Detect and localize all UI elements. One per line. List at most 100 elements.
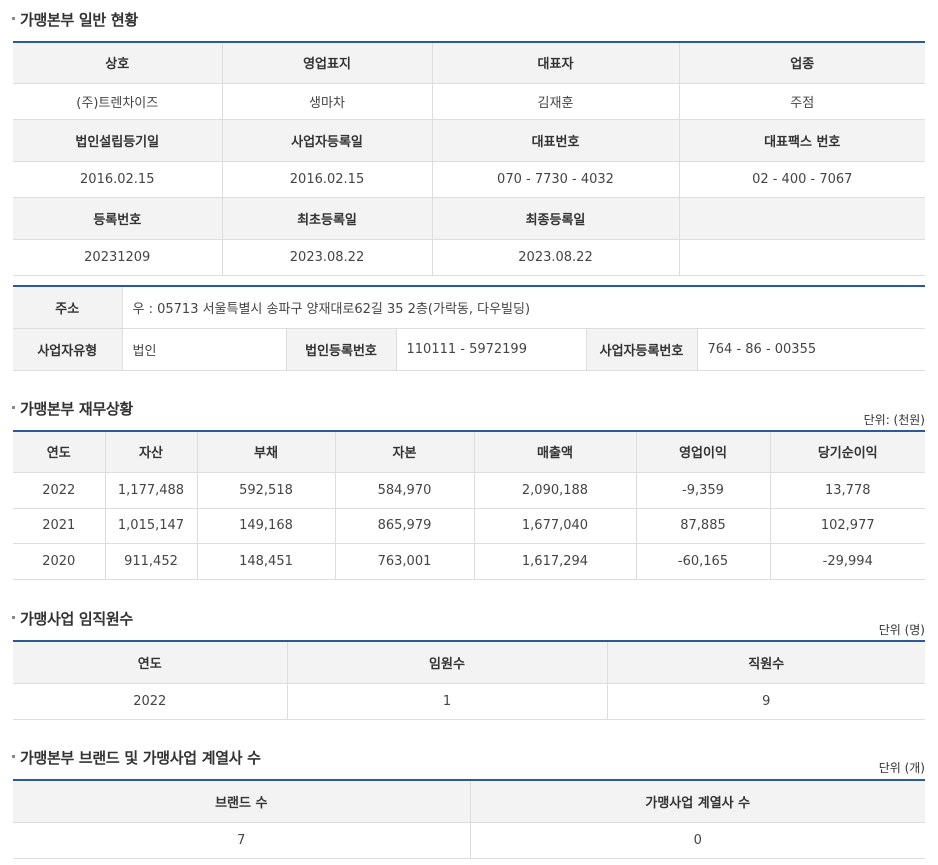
table-row: 2020 911,452 148,451 763,001 1,617,294 -…	[13, 543, 925, 580]
corp-reg-label: 법인등록번호	[286, 328, 397, 371]
column-header: 직원수	[607, 641, 925, 684]
business-type-label: 사업자유형	[13, 328, 123, 371]
value-first-registration: 2023.08.22	[222, 239, 433, 276]
table-header-row: 브랜드 수 가맹사업 계열사 수	[13, 780, 925, 823]
staff-table: 연도 임원수 직원수 2022 1 9	[13, 640, 925, 720]
table-cell: 0	[470, 822, 925, 859]
staff-section-title: 가맹사업 임직원수	[12, 608, 133, 629]
table-row: 20231209 2023.08.22 2023.08.22	[13, 239, 925, 276]
brands-table: 브랜드 수 가맹사업 계열사 수 7 0	[13, 779, 925, 859]
general-info-table: 상호 영업표지 대표자 업종 (주)트렌차이즈 생마차 김재훈 주점 법인설립등…	[13, 41, 925, 276]
header-main-fax: 대표팩스 번호	[679, 119, 925, 162]
table-cell: 1,617,294	[474, 543, 637, 580]
table-cell: 1,015,147	[105, 508, 198, 544]
general-section-title: 가맹본부 일반 현황	[12, 9, 138, 30]
table-cell: 865,979	[335, 508, 475, 544]
finance-section-title: 가맹본부 재무상황	[12, 398, 133, 419]
table-cell: 2020	[13, 543, 106, 580]
table-row: 주소 우 : 05713 서울특별시 송파구 양재대로62길 35 2층(가락동…	[13, 286, 925, 329]
table-row: 사업자유형 법인 법인등록번호 110111 - 5972199 사업자등록번호…	[13, 328, 925, 371]
table-row: 2021 1,015,147 149,168 865,979 1,677,040…	[13, 508, 925, 544]
value-incorporation-date: 2016.02.15	[13, 161, 223, 198]
table-cell: 2021	[13, 508, 106, 544]
finance-table: 연도 자산 부채 자본 매출액 영업이익 당기순이익 2022 1,177,48…	[13, 430, 925, 580]
brands-section-title: 가맹본부 브랜드 및 가맹사업 계열사 수	[12, 747, 261, 768]
column-header: 매출액	[474, 431, 637, 473]
table-row: (주)트렌차이즈 생마차 김재훈 주점	[13, 83, 925, 120]
bullet-icon	[12, 17, 15, 20]
value-main-phone: 070 - 7730 - 4032	[432, 161, 680, 198]
column-header: 임원수	[287, 641, 608, 684]
column-header: 브랜드 수	[13, 780, 471, 823]
table-cell: 7	[13, 822, 471, 859]
table-cell: 1,177,488	[105, 472, 198, 509]
biz-reg-value: 764 - 86 - 00355	[697, 328, 925, 371]
staff-title-text: 가맹사업 임직원수	[20, 610, 133, 628]
header-registration-number: 등록번호	[13, 197, 223, 240]
column-header: 영업이익	[636, 431, 771, 473]
bullet-icon	[12, 406, 15, 409]
table-cell: 2022	[13, 683, 288, 720]
value-industry: 주점	[679, 83, 925, 120]
header-incorporation-date: 법인설립등기일	[13, 119, 223, 162]
column-header: 당기순이익	[770, 431, 925, 473]
staff-unit: 단위 (명)	[878, 623, 925, 637]
brands-title-text: 가맹본부 브랜드 및 가맹사업 계열사 수	[20, 749, 261, 767]
value-representative: 김재훈	[432, 83, 680, 120]
table-cell: 2022	[13, 472, 106, 509]
bullet-icon	[12, 755, 15, 758]
bullet-icon	[12, 616, 15, 619]
general-title-text: 가맹본부 일반 현황	[20, 11, 138, 29]
value-last-registration: 2023.08.22	[432, 239, 680, 276]
table-cell: 9	[607, 683, 925, 720]
table-cell: 13,778	[770, 472, 925, 509]
header-industry: 업종	[679, 42, 925, 84]
table-row: 상호 영업표지 대표자 업종	[13, 42, 925, 84]
table-cell: 584,970	[335, 472, 475, 509]
column-header: 부채	[197, 431, 336, 473]
value-empty	[679, 239, 925, 276]
table-cell: 87,885	[636, 508, 771, 544]
table-cell: 1,677,040	[474, 508, 637, 544]
column-header: 자본	[335, 431, 475, 473]
header-empty	[679, 197, 925, 240]
finance-title-text: 가맹본부 재무상황	[20, 400, 133, 418]
value-main-fax: 02 - 400 - 7067	[679, 161, 925, 198]
table-cell: 102,977	[770, 508, 925, 544]
header-first-registration: 최초등록일	[222, 197, 433, 240]
column-header: 가맹사업 계열사 수	[470, 780, 925, 823]
header-business-reg-date: 사업자등록일	[222, 119, 433, 162]
value-business-reg-date: 2016.02.15	[222, 161, 433, 198]
finance-unit: 단위: (천원)	[863, 413, 925, 427]
address-label: 주소	[13, 286, 123, 329]
address-value: 우 : 05713 서울특별시 송파구 양재대로62길 35 2층(가락동, 다…	[122, 286, 925, 329]
table-cell: -9,359	[636, 472, 771, 509]
business-type-value: 법인	[122, 328, 287, 371]
table-row: 2016.02.15 2016.02.15 070 - 7730 - 4032 …	[13, 161, 925, 198]
corp-reg-value: 110111 - 5972199	[396, 328, 587, 371]
table-cell: -29,994	[770, 543, 925, 580]
column-header: 연도	[13, 641, 288, 684]
brands-unit: 단위 (개)	[878, 761, 925, 775]
column-header: 연도	[13, 431, 106, 473]
table-cell: 1	[287, 683, 608, 720]
header-last-registration: 최종등록일	[432, 197, 680, 240]
table-cell: 592,518	[197, 472, 336, 509]
table-cell: 148,451	[197, 543, 336, 580]
table-cell: 149,168	[197, 508, 336, 544]
table-row: 2022 1,177,488 592,518 584,970 2,090,188…	[13, 472, 925, 509]
address-table: 주소 우 : 05713 서울특별시 송파구 양재대로62길 35 2층(가락동…	[13, 285, 925, 371]
table-cell: 911,452	[105, 543, 198, 580]
table-row: 7 0	[13, 822, 925, 859]
header-trade-name: 상호	[13, 42, 223, 84]
column-header: 자산	[105, 431, 198, 473]
header-brand-mark: 영업표지	[222, 42, 433, 84]
biz-reg-label: 사업자등록번호	[586, 328, 698, 371]
header-representative: 대표자	[432, 42, 680, 84]
table-header-row: 연도 임원수 직원수	[13, 641, 925, 684]
table-header-row: 연도 자산 부채 자본 매출액 영업이익 당기순이익	[13, 431, 925, 473]
table-cell: 2,090,188	[474, 472, 637, 509]
value-brand-mark: 생마차	[222, 83, 433, 120]
table-row: 등록번호 최초등록일 최종등록일	[13, 197, 925, 240]
value-trade-name: (주)트렌차이즈	[13, 83, 223, 120]
